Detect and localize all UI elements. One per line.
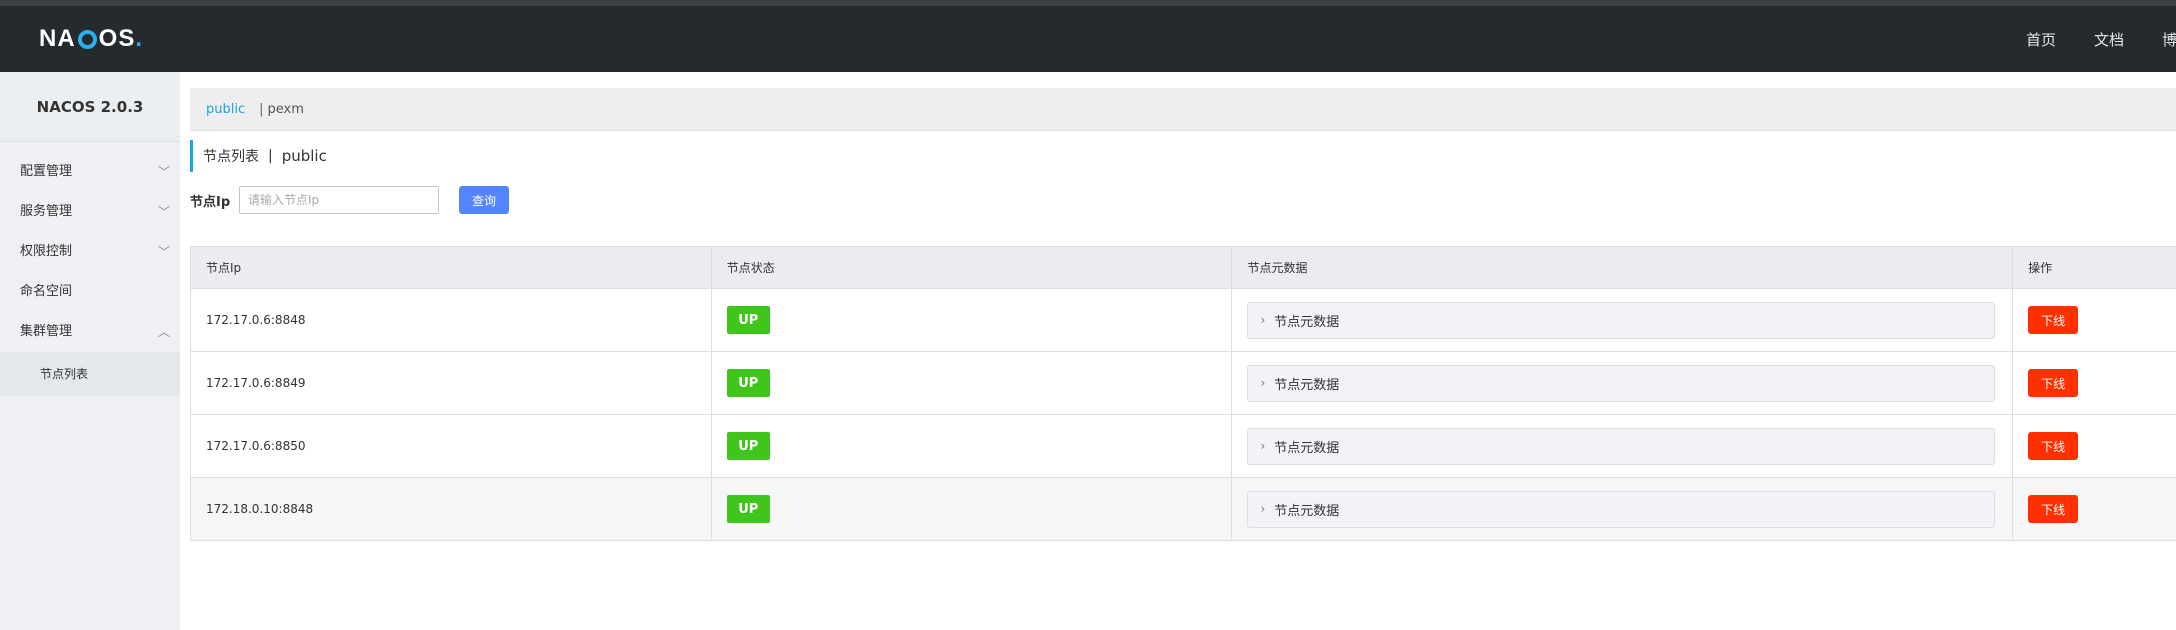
action-cell: 下线 <box>2013 289 2176 351</box>
namespace-public-link[interactable]: public <box>206 102 245 117</box>
metadata-label: 节点元数据 <box>1274 314 1340 330</box>
metadata-label: 节点元数据 <box>1274 440 1340 456</box>
chevron-right-icon: › <box>1260 502 1266 516</box>
sidebar-subitem-node-list[interactable]: 节点列表 <box>0 352 180 396</box>
column-header-status: 节点状态 <box>712 247 1233 288</box>
search-form: 节点Ip 查询 <box>190 185 2176 215</box>
table-header-row: 节点Ip 节点状态 节点元数据 操作 <box>191 247 2176 289</box>
metadata-cell: › 节点元数据 <box>1232 415 2014 477</box>
title-separator: | <box>268 148 273 164</box>
nav-home-link[interactable]: 首页 <box>2026 6 2056 72</box>
top-header: NA OS. 首页 文档 博 <box>0 6 2176 72</box>
node-ip: 172.17.0.6:8849 <box>191 352 712 414</box>
action-cell: 下线 <box>2013 352 2176 414</box>
search-label: 节点Ip <box>190 194 231 210</box>
status-cell: UP <box>712 415 1233 477</box>
sidebar-item-label: 命名空间 <box>20 284 73 299</box>
metadata-label: 节点元数据 <box>1274 377 1340 393</box>
metadata-expander[interactable]: › 节点元数据 <box>1247 301 1996 339</box>
table-row: 172.17.0.6:8850 UP › 节点元数据 下线 <box>191 415 2176 478</box>
chevron-right-icon: › <box>1260 313 1266 327</box>
sidebar-item-label: 权限控制 <box>20 244 73 259</box>
node-ip: 172.17.0.6:8848 <box>191 289 712 351</box>
chevron-right-icon: › <box>1260 439 1266 453</box>
sidebar-item-label: 服务管理 <box>20 204 73 219</box>
chevron-right-icon: › <box>1260 376 1266 390</box>
sidebar-item-auth[interactable]: 权限控制 ﹀ <box>0 232 180 272</box>
column-header-action: 操作 <box>2028 261 2053 275</box>
metadata-cell: › 节点元数据 <box>1232 289 2014 351</box>
status-cell: UP <box>712 289 1233 351</box>
page-namespace: public <box>281 147 327 165</box>
metadata-expander[interactable]: › 节点元数据 <box>1247 364 1996 402</box>
action-cell: 下线 <box>2013 478 2176 540</box>
nacos-logo[interactable]: NA OS. <box>39 26 143 52</box>
sidebar-item-label: 配置管理 <box>20 164 73 179</box>
nav-docs-link[interactable]: 文档 <box>2094 6 2124 72</box>
offline-button[interactable]: 下线 <box>2028 495 2079 523</box>
metadata-label: 节点元数据 <box>1274 503 1340 519</box>
sidebar-item-config[interactable]: 配置管理 ﹀ <box>0 152 180 192</box>
chevron-down-icon: ﹀ <box>157 165 170 179</box>
chevron-down-icon: ﹀ <box>157 205 170 219</box>
node-table: 节点Ip 节点状态 节点元数据 操作 172.17.0.6:8848 UP › … <box>190 246 2176 541</box>
column-header-metadata: 节点元数据 <box>1232 247 2014 288</box>
version-label: NACOS 2.0.3 <box>0 72 180 142</box>
chevron-up-icon: ︿ <box>157 325 170 339</box>
metadata-expander[interactable]: › 节点元数据 <box>1247 427 1996 465</box>
page-title: 节点列表 | public <box>190 140 2176 172</box>
node-ip-search-input[interactable] <box>239 186 439 214</box>
logo-ring-icon <box>77 29 97 49</box>
metadata-cell: › 节点元数据 <box>1232 352 2014 414</box>
chevron-down-icon: ﹀ <box>157 245 170 259</box>
offline-button[interactable]: 下线 <box>2028 369 2079 397</box>
table-row: 172.17.0.6:8849 UP › 节点元数据 下线 <box>191 352 2176 415</box>
node-ip: 172.18.0.10:8848 <box>191 478 712 540</box>
status-badge: UP <box>726 306 770 334</box>
status-badge: UP <box>726 432 770 460</box>
sidebar-item-cluster[interactable]: 集群管理 ︿ <box>0 312 180 352</box>
node-ip: 172.17.0.6:8850 <box>191 415 712 477</box>
metadata-cell: › 节点元数据 <box>1232 478 2014 540</box>
metadata-expander[interactable]: › 节点元数据 <box>1247 490 1996 528</box>
sidebar-item-namespace[interactable]: 命名空间 <box>0 272 180 312</box>
column-header-ip: 节点Ip <box>191 247 712 288</box>
table-row: 172.17.0.6:8848 UP › 节点元数据 下线 <box>191 289 2176 352</box>
sidebar-item-label: 集群管理 <box>20 324 73 339</box>
action-cell: 下线 <box>2013 415 2176 477</box>
namespace-pexm-link[interactable]: pexm <box>268 102 304 117</box>
offline-button[interactable]: 下线 <box>2028 432 2079 460</box>
status-cell: UP <box>712 478 1233 540</box>
nav-blog-link[interactable]: 博 <box>2162 6 2176 72</box>
offline-button[interactable]: 下线 <box>2028 306 2079 334</box>
table-row: 172.18.0.10:8848 UP › 节点元数据 下线 <box>191 478 2176 541</box>
page-title-text: 节点列表 <box>203 149 259 165</box>
status-badge: UP <box>726 495 770 523</box>
status-cell: UP <box>712 352 1233 414</box>
status-badge: UP <box>726 369 770 397</box>
sidebar: NACOS 2.0.3 配置管理 ﹀ 服务管理 ﹀ 权限控制 ﹀ 命名空间 集群… <box>0 72 180 630</box>
search-button[interactable]: 查询 <box>459 186 509 214</box>
namespace-separator: | <box>259 101 264 117</box>
main-content: public | pexm 节点列表 | public 节点Ip 查询 节点Ip… <box>190 88 2176 541</box>
namespace-bar: public | pexm <box>190 88 2176 131</box>
sidebar-item-service[interactable]: 服务管理 ﹀ <box>0 192 180 232</box>
